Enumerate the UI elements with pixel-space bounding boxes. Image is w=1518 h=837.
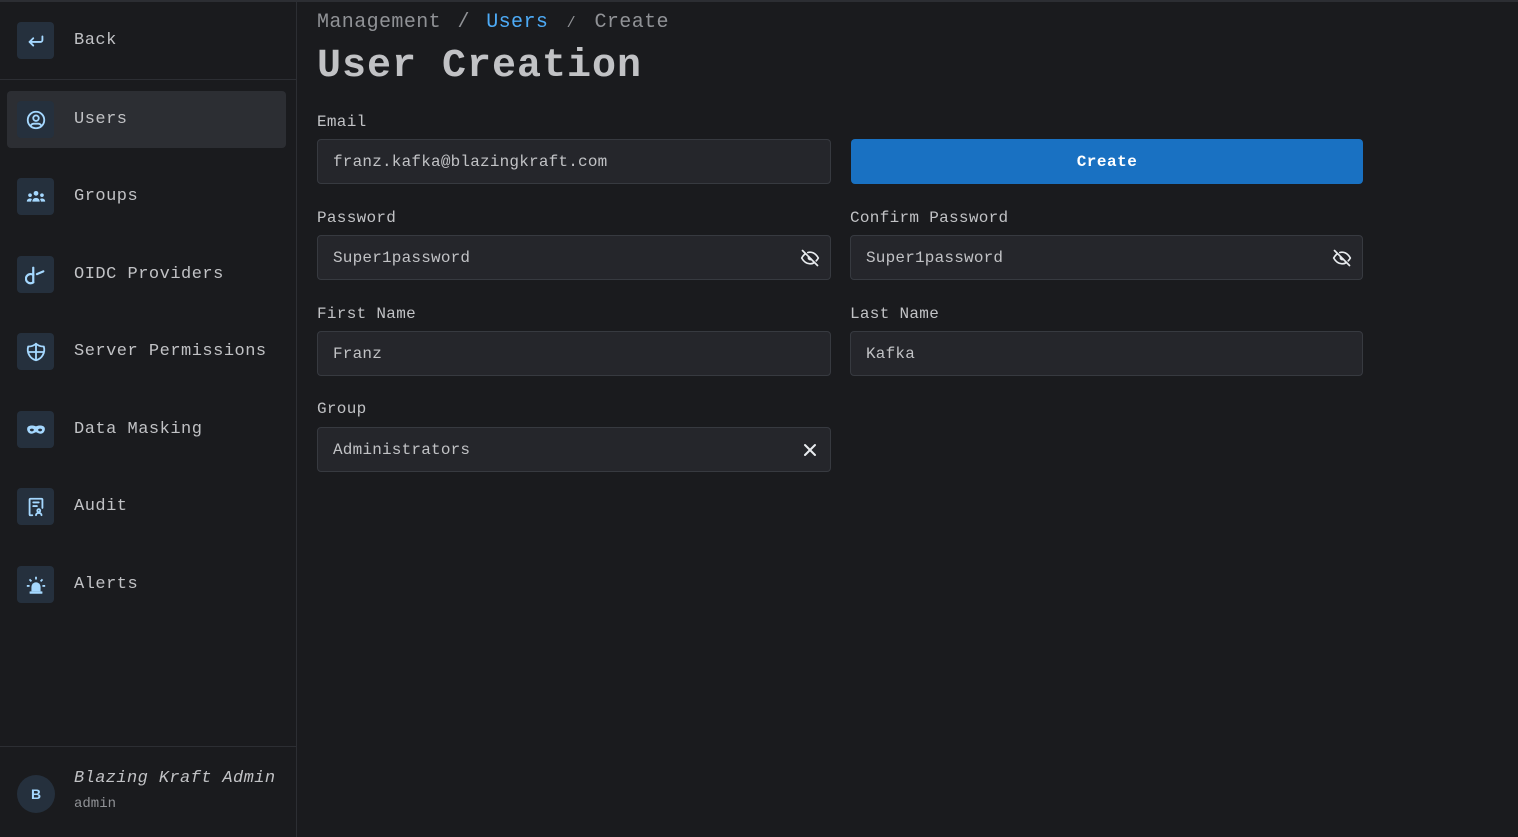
sidebar-item-label: Alerts (74, 575, 139, 594)
user-panel[interactable]: B Blazing Kraft Admin admin (0, 746, 296, 837)
mask-icon (17, 411, 54, 448)
email-field[interactable]: franz.kafka@blazingkraft.com (317, 139, 831, 184)
breadcrumb-users-link[interactable]: Users (486, 11, 548, 34)
last-name-label: Last Name (850, 305, 940, 323)
last-name-value: Kafka (866, 344, 916, 363)
group-select[interactable]: Administrators (317, 427, 831, 472)
sidebar-item-data-masking[interactable]: Data Masking (7, 401, 286, 458)
last-name-field[interactable]: Kafka (850, 331, 1363, 376)
breadcrumb: Management / Users / Create (317, 11, 669, 34)
confirm-password-field[interactable]: Super1password (850, 235, 1363, 280)
report-icon (17, 488, 54, 525)
sidebar-item-oidc-providers[interactable]: OIDC Providers (7, 246, 286, 303)
users-group-icon (17, 178, 54, 215)
first-name-field[interactable]: Franz (317, 331, 831, 376)
alarm-light-icon (17, 566, 54, 603)
sidebar-item-label: OIDC Providers (74, 265, 224, 284)
page-title: User Creation (317, 44, 643, 89)
breadcrumb-current: Create (594, 11, 669, 34)
group-label: Group (317, 400, 367, 418)
sidebar-item-label: Users (74, 110, 128, 129)
sidebar-item-audit[interactable]: Audit (7, 478, 286, 535)
sidebar-item-alerts[interactable]: Alerts (7, 556, 286, 613)
back-label: Back (74, 31, 117, 50)
arrow-back-icon (17, 22, 54, 59)
first-name-label: First Name (317, 305, 417, 323)
back-button[interactable]: Back (7, 12, 286, 69)
email-value: franz.kafka@blazingkraft.com (333, 152, 608, 171)
confirm-password-value: Super1password (866, 248, 1004, 267)
close-icon[interactable] (799, 439, 821, 461)
user-circle-icon (17, 101, 54, 138)
breadcrumb-separator: / (566, 15, 577, 32)
app-window: Back Users Groups OIDC Providers Server … (0, 0, 1518, 837)
main-content: Management / Users / Create User Creatio… (297, 2, 1518, 837)
sidebar-item-groups[interactable]: Groups (7, 168, 286, 225)
password-label: Password (317, 209, 397, 227)
email-label: Email (317, 113, 367, 131)
sidebar-item-label: Audit (74, 497, 128, 516)
eye-off-icon[interactable] (799, 247, 821, 269)
avatar: B (17, 775, 55, 813)
sidebar-item-users[interactable]: Users (7, 91, 286, 148)
first-name-value: Franz (333, 344, 383, 363)
create-button[interactable]: Create (851, 139, 1363, 184)
eye-off-icon[interactable] (1331, 247, 1353, 269)
group-value: Administrators (333, 440, 471, 459)
sidebar-item-label: Groups (74, 187, 139, 206)
sidebar-item-label: Data Masking (74, 420, 203, 439)
sidebar-item-label: Server Permissions (74, 342, 267, 361)
user-role: admin (74, 796, 117, 812)
sidebar: Back Users Groups OIDC Providers Server … (0, 2, 297, 837)
password-value: Super1password (333, 248, 471, 267)
back-nav: Back (0, 2, 296, 80)
password-field[interactable]: Super1password (317, 235, 831, 280)
user-name: Blazing Kraft Admin (74, 769, 276, 788)
sidebar-item-server-permissions[interactable]: Server Permissions (7, 323, 286, 380)
brand-oauth-icon (17, 256, 54, 293)
confirm-password-label: Confirm Password (850, 209, 1009, 227)
shield-half-icon (17, 333, 54, 370)
breadcrumb-separator: / (457, 11, 470, 34)
breadcrumb-management[interactable]: Management (317, 11, 441, 34)
